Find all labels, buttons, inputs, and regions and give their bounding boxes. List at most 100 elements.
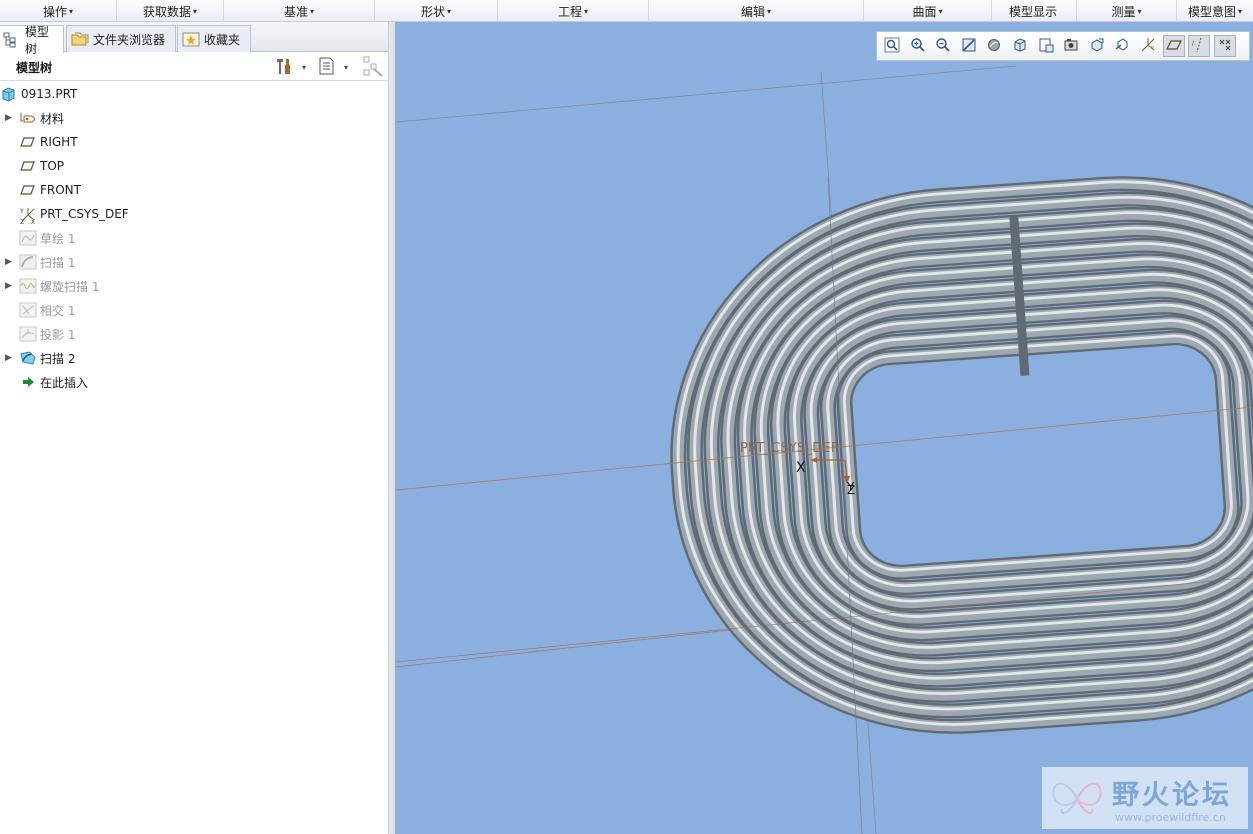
datum-display-filters-icon [1140, 37, 1156, 56]
svg-text:Z: Z [20, 219, 24, 224]
svg-text:/.: /. [1192, 40, 1196, 47]
tree-settings-button[interactable]: ▾ [274, 56, 306, 78]
tab-favorites-label: 收藏夹 [204, 32, 241, 47]
axis-z-label: Z [847, 483, 856, 497]
tree-show-button[interactable]: ▾ [318, 56, 348, 78]
display-style-icon [986, 37, 1002, 56]
tree-item-projection1[interactable]: 投影 1 [0, 323, 380, 345]
repaint-icon [961, 37, 977, 56]
tree-item-label: PRT_CSYS_DEF [40, 207, 129, 221]
tree-item-csys[interactable]: Y X Z PRT_CSYS_DEF [0, 203, 380, 226]
zoom-in-button[interactable] [907, 35, 929, 57]
graphics-window[interactable]: PRT_CSYS_DEF X Y Z /. 野火论坛 www.proewildf… [396, 22, 1253, 834]
svg-text:Y: Y [19, 208, 24, 215]
model-tree-title: 模型树 [16, 61, 53, 75]
axis-display-toggle[interactable]: /. [1188, 35, 1211, 57]
zoom-out-icon [935, 37, 951, 56]
panel-splitter[interactable] [388, 22, 396, 834]
part-icon [0, 86, 18, 102]
view-manager-button[interactable] [1035, 35, 1057, 57]
tab-favorites[interactable]: 收藏夹 [177, 25, 251, 52]
tree-item-label: RIGHT [40, 135, 78, 149]
tree-item-insert-here[interactable]: 在此插入 [0, 371, 380, 393]
ribbon-group-bar: 操作 ▾ 获取数据 ▾ 基准 ▾ 形状 ▾ 工程 ▾ 编辑 ▾ 曲面 ▾ 模型显示 测量 ▾ 模… [0, 0, 1253, 22]
repaint-button[interactable] [958, 35, 980, 57]
tab-model-tree[interactable]: 模型树 [0, 25, 64, 56]
material-icon [19, 110, 37, 126]
tree-root-part[interactable]: 0913.PRT [0, 83, 380, 105]
tree-item-right[interactable]: RIGHT [0, 131, 380, 153]
group-editing-menu[interactable]: 编辑 ▾ [649, 0, 864, 22]
coil-turn-shade[interactable] [838, 332, 1238, 578]
group-surfaces-menu[interactable]: 曲面 ▾ [864, 0, 992, 22]
group-engineering-menu[interactable]: 工程 ▾ [498, 0, 649, 22]
butterfly-logo-icon [1048, 773, 1106, 826]
tree-item-material[interactable]: ▶ 材料 [0, 107, 380, 129]
sketch-icon [19, 230, 37, 246]
perspective-view-icon [1063, 37, 1079, 56]
tree-item-label: 螺旋扫描 1 [40, 279, 100, 294]
point-display-toggle[interactable] [1213, 35, 1236, 57]
saved-orientations-icon [1012, 37, 1028, 56]
tree-item-sketch1[interactable]: 草绘 1 [0, 227, 380, 249]
annotation-display-icon [1114, 37, 1130, 56]
saved-orientations-button[interactable] [1009, 35, 1031, 57]
group-shapes-menu[interactable]: 形状 ▾ [375, 0, 498, 22]
tab-model-tree-label: 模型树 [25, 24, 50, 56]
group-model-display-menu[interactable]: 模型显示 [992, 0, 1077, 22]
axis-display-icon: /. [1191, 37, 1207, 56]
csys-label: PRT_CSYS_DEF [740, 441, 839, 456]
navigator-tabs: 模型树 文件夹浏览器 收藏夹 [0, 22, 396, 56]
tree-filter-button[interactable] [362, 56, 384, 78]
model-tree-icon [3, 32, 21, 48]
folder-browser-icon [71, 31, 89, 47]
refit-button[interactable] [881, 35, 903, 57]
expand-arrow-icon[interactable]: ▶ [5, 113, 15, 123]
annotation-display-button[interactable] [1111, 35, 1133, 57]
group-measure-menu[interactable]: 测量 ▾ [1077, 0, 1177, 22]
svg-text:X: X [31, 219, 35, 224]
point-display-icon [1217, 37, 1233, 56]
favorites-icon [182, 31, 200, 47]
refit-icon [884, 37, 900, 56]
forum-watermark: 野火论坛 www.proewildfire.cn [1042, 767, 1248, 829]
sweep-icon [19, 254, 37, 270]
tab-folder-browser-label: 文件夹浏览器 [93, 32, 166, 47]
coil-turn[interactable] [836, 330, 1240, 580]
perspective-view-button[interactable] [1060, 35, 1082, 57]
datum-plane-icon [19, 158, 37, 174]
group-datum-menu[interactable]: 基准 ▾ [224, 0, 375, 22]
datum-plane-edge[interactable] [396, 65, 1017, 123]
tab-folder-browser[interactable]: 文件夹浏览器 [66, 25, 176, 52]
expand-arrow-icon[interactable]: ▶ [5, 353, 15, 363]
model-viewport[interactable] [396, 22, 1253, 834]
display-style-button[interactable] [983, 35, 1005, 57]
group-operations-menu[interactable]: 操作 ▾ [0, 0, 117, 22]
view-toolbar: /. [876, 31, 1250, 61]
tree-item-helical-sweep1[interactable]: ▶ 螺旋扫描 1 [0, 275, 380, 297]
spin-center-icon [1089, 37, 1105, 56]
spin-center-button[interactable] [1086, 35, 1108, 57]
projection-icon [19, 326, 37, 342]
datum-display-filters-button[interactable] [1137, 35, 1159, 57]
expand-arrow-icon[interactable]: ▶ [5, 257, 15, 267]
tree-item-front[interactable]: FRONT [0, 179, 380, 201]
tree-item-sweep2[interactable]: ▶ 扫描 2 [0, 347, 380, 369]
settings-dropdown-icon: ▾ [302, 62, 307, 72]
sweep-icon [19, 350, 37, 366]
insert-here-arrow-icon [19, 374, 37, 390]
plane-display-toggle[interactable] [1162, 35, 1185, 57]
coordinate-system-icon: Y X Z [19, 206, 37, 226]
tree-item-sweep1[interactable]: ▶ 扫描 1 [0, 251, 380, 273]
tree-item-intersect1[interactable]: 相交 1 [0, 299, 380, 321]
watermark-title: 野火论坛 [1112, 780, 1232, 811]
axis-x-label: X [796, 460, 806, 476]
plane-display-icon [1165, 37, 1182, 56]
group-model-intent-menu[interactable]: 模型意图 ▾ [1177, 0, 1253, 22]
tree-item-top[interactable]: TOP [0, 155, 380, 177]
coil-turn-highlight[interactable] [841, 333, 1234, 574]
zoom-out-button[interactable] [932, 35, 954, 57]
datum-plane-icon [19, 182, 37, 198]
expand-arrow-icon[interactable]: ▶ [5, 281, 15, 291]
group-get-data-menu[interactable]: 获取数据 ▾ [117, 0, 224, 22]
